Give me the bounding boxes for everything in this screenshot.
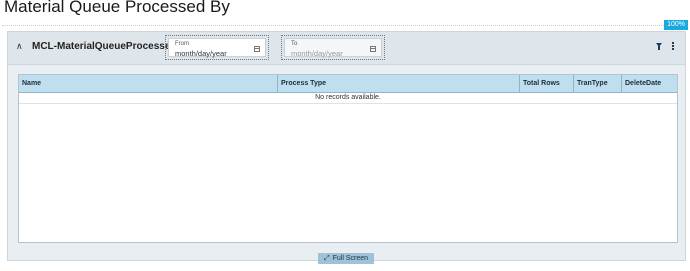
- zoom-badge: 100%: [664, 20, 688, 30]
- chevron-up-icon[interactable]: ∧: [16, 41, 23, 52]
- from-date-label: From: [175, 41, 189, 47]
- column-header-name[interactable]: Name: [19, 75, 278, 92]
- panel-header: ∧ MCL-MaterialQueueProcessedBy From mont…: [8, 32, 685, 65]
- calendar-icon[interactable]: [370, 46, 376, 52]
- column-header-process-type[interactable]: Process Type: [278, 75, 520, 92]
- from-date-input[interactable]: month/day/year: [175, 49, 227, 58]
- column-header-trantype[interactable]: TranType: [574, 75, 622, 92]
- to-date-field[interactable]: To month/day/year: [284, 38, 382, 58]
- header-divider: [2, 25, 688, 26]
- calendar-icon[interactable]: [254, 46, 260, 52]
- filter-icon[interactable]: [656, 43, 662, 50]
- full-screen-button[interactable]: ⤢ Full Screen: [318, 253, 374, 264]
- more-vertical-icon[interactable]: [672, 42, 674, 50]
- expand-icon: ⤢: [323, 255, 330, 262]
- to-date-label: To: [291, 41, 298, 47]
- records-grid: Name Process Type Total Rows TranType De…: [18, 74, 678, 243]
- column-header-deletedate[interactable]: DeleteDate: [622, 75, 677, 92]
- to-date-group: To month/day/year: [281, 35, 385, 60]
- to-date-input[interactable]: month/day/year: [291, 49, 343, 58]
- grid-header-row: Name Process Type Total Rows TranType De…: [19, 75, 677, 93]
- from-date-field[interactable]: From month/day/year: [168, 38, 266, 58]
- from-date-group: From month/day/year: [165, 35, 269, 60]
- empty-records-message: No records available.: [19, 92, 677, 104]
- report-panel: ∧ MCL-MaterialQueueProcessedBy From mont…: [7, 31, 686, 261]
- page-title: Material Queue Processed By: [4, 0, 230, 16]
- column-header-total-rows[interactable]: Total Rows: [520, 75, 574, 92]
- full-screen-label: Full Screen: [332, 255, 368, 262]
